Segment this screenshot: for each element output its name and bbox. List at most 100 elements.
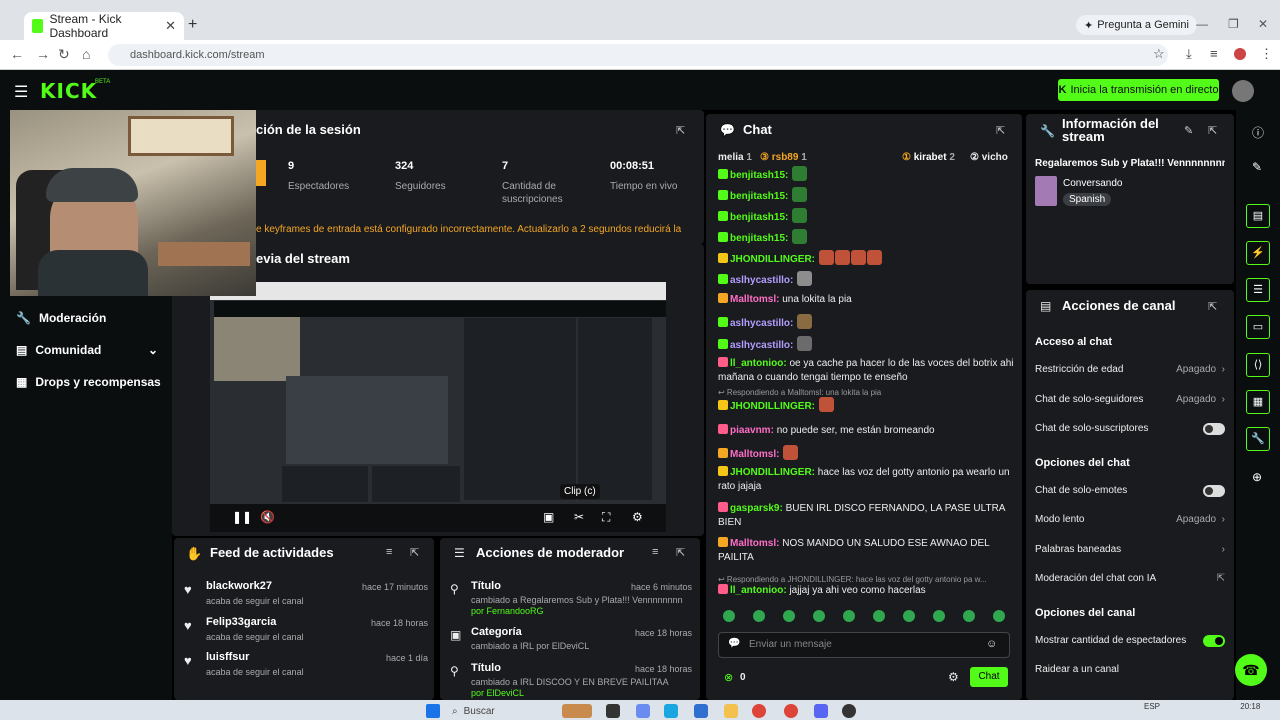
rail-list-button[interactable]: ☰ xyxy=(1246,278,1270,302)
emote-only-option[interactable]: Chat de solo-emotes xyxy=(1035,485,1225,497)
settings-gear-icon[interactable]: ⚙ xyxy=(632,510,643,524)
popout-icon[interactable]: ⇱ xyxy=(1208,300,1217,313)
fullscreen-icon[interactable]: ⛶ xyxy=(602,510,610,525)
gamepad-icon[interactable]: ⊕ xyxy=(1252,470,1262,484)
browser-menu-icon[interactable]: ⋮ xyxy=(1260,46,1273,62)
top-chatter[interactable]: ③ rsb89 1 xyxy=(760,152,807,163)
store-icon[interactable] xyxy=(694,704,708,718)
go-live-button[interactable]: K Inicia la transmisión en directo xyxy=(1058,79,1219,101)
raid-channel-option[interactable]: Raidear a un canal xyxy=(1035,664,1225,675)
feed-user[interactable]: blackwork27 xyxy=(206,580,272,592)
chat-username[interactable]: benjitash15: xyxy=(730,233,791,244)
chat-username[interactable]: benjitash15: xyxy=(730,212,791,223)
url-field[interactable]: dashboard.kick.com/stream xyxy=(108,44,1168,66)
quick-emote-icon[interactable] xyxy=(873,610,885,622)
chat-username[interactable]: JHONDILLINGER: xyxy=(730,254,818,265)
quick-emote-icon[interactable] xyxy=(993,610,1005,622)
rail-activity-button[interactable]: ⚡ xyxy=(1246,241,1270,265)
chat-username[interactable]: benjitash15: xyxy=(730,191,791,202)
taskview-icon[interactable] xyxy=(606,704,620,718)
rail-audio-button[interactable]: ⟨⟩ xyxy=(1246,353,1270,377)
emote-only-toggle[interactable] xyxy=(1203,485,1225,497)
new-tab-button[interactable]: + xyxy=(188,16,197,34)
close-tab-icon[interactable]: ✕ xyxy=(165,18,176,34)
quick-emote-icon[interactable] xyxy=(933,610,945,622)
top-chatter[interactable]: ② vicho xyxy=(970,152,1008,163)
chat-username[interactable]: benjitash15: xyxy=(730,170,791,181)
quick-emote-icon[interactable] xyxy=(843,610,855,622)
back-icon[interactable]: ← xyxy=(10,46,24,62)
top-chatter[interactable]: melia 1 xyxy=(718,152,752,163)
browser-tab[interactable]: Stream - Kick Dashboard ✕ xyxy=(24,12,184,40)
chat-username[interactable]: Malltomsl: xyxy=(730,538,782,549)
emoji-icon[interactable]: ☺ xyxy=(986,638,997,650)
quick-emote-icon[interactable] xyxy=(903,610,915,622)
chat-username[interactable]: Malltomsl: xyxy=(730,449,782,460)
sidebar-item-drops[interactable]: ▦ Drops y recompensas xyxy=(16,375,161,389)
rail-actions-button[interactable]: ▦ xyxy=(1246,390,1270,414)
ai-moderation-option[interactable]: Moderación del chat con IA ⇱ xyxy=(1035,573,1225,584)
quick-emote-icon[interactable] xyxy=(783,610,795,622)
send-chat-button[interactable]: Chat xyxy=(970,667,1008,687)
obs-icon[interactable] xyxy=(842,704,856,718)
quick-emote-icon[interactable] xyxy=(723,610,735,622)
subscribers-only-option[interactable]: Chat de solo-suscriptores xyxy=(1035,423,1225,435)
windows-start-icon[interactable] xyxy=(426,704,440,718)
menu-icon[interactable]: ☰ xyxy=(14,82,28,102)
chrome-icon[interactable] xyxy=(752,704,766,718)
followers-only-option[interactable]: Chat de solo-seguidores Apagado › xyxy=(1035,394,1225,405)
chat-username[interactable]: JHONDILLINGER: xyxy=(730,401,818,412)
feed-user[interactable]: Felip33garcia xyxy=(206,616,276,628)
chat-username[interactable]: JHONDILLINGER: xyxy=(730,467,818,478)
rail-chat-button[interactable]: ▭ xyxy=(1246,315,1270,339)
banned-words-option[interactable]: Palabras baneadas › xyxy=(1035,544,1225,555)
show-viewer-count-option[interactable]: Mostrar cantidad de espectadores xyxy=(1035,635,1225,647)
profile-icon[interactable] xyxy=(1234,48,1246,60)
extensions-icon[interactable]: ≡ xyxy=(1210,46,1218,61)
forward-icon[interactable]: → xyxy=(36,46,50,62)
popout-icon[interactable]: ⇱ xyxy=(1208,124,1217,137)
age-restriction-option[interactable]: Restricción de edad Apagado › xyxy=(1035,364,1225,375)
subscribers-only-toggle[interactable] xyxy=(1203,423,1225,435)
discord-icon[interactable] xyxy=(814,704,828,718)
chat-username[interactable]: piaavnm: xyxy=(730,425,777,436)
chat-username[interactable]: Malltomsl: xyxy=(730,294,782,305)
sidebar-item-community[interactable]: ▤ Comunidad ⌄ xyxy=(16,343,158,357)
copilot-icon[interactable] xyxy=(636,704,650,718)
minimize-icon[interactable]: — xyxy=(1196,17,1208,31)
volume-icon[interactable]: 🔇 xyxy=(260,510,275,524)
taskbar-search[interactable]: ⌕ Buscar xyxy=(452,704,544,718)
kick-logo[interactable]: KICK xyxy=(40,79,97,103)
chat-username[interactable]: aslhycastillo: xyxy=(730,318,796,329)
popout-icon[interactable]: ⇱ xyxy=(676,546,685,559)
feed-user[interactable]: luisffsur xyxy=(206,651,249,663)
quick-emote-icon[interactable] xyxy=(813,610,825,622)
top-chatter[interactable]: ① kirabet 2 xyxy=(902,152,955,163)
popout-icon[interactable]: ⇱ xyxy=(996,124,1005,137)
explorer-icon[interactable] xyxy=(724,704,738,718)
filter-icon[interactable]: ≡ xyxy=(386,546,392,558)
user-avatar[interactable] xyxy=(1232,80,1254,102)
pip-icon[interactable]: ▣ xyxy=(543,510,554,524)
chat-username[interactable]: ll_antonioo: xyxy=(730,585,789,596)
slow-mode-option[interactable]: Modo lento Apagado › xyxy=(1035,514,1225,525)
edit-pencil-icon[interactable]: ✎ xyxy=(1252,160,1262,174)
chat-message-input[interactable]: Enviar un mensaje xyxy=(718,632,1010,658)
popout-icon[interactable]: ⇱ xyxy=(410,546,419,559)
bookmark-star-icon[interactable]: ☆ xyxy=(1153,46,1165,62)
gemini-button[interactable]: ✦ Pregunta a Gemini xyxy=(1076,15,1197,35)
rail-tools-button[interactable]: 🔧 xyxy=(1246,427,1270,451)
edit-pencil-icon[interactable]: ✎ xyxy=(1184,124,1193,137)
help-button[interactable]: ☎ xyxy=(1235,654,1267,686)
info-icon[interactable]: ⓘ xyxy=(1252,124,1264,141)
chat-username[interactable]: ll_antonioo: xyxy=(730,358,789,369)
home-icon[interactable]: ⌂ xyxy=(82,46,90,62)
chat-username[interactable]: aslhycastillo: xyxy=(730,340,796,351)
download-icon[interactable]: ⤓ xyxy=(1186,46,1192,62)
sidebar-item-moderation[interactable]: 🔧 Moderación xyxy=(16,311,106,325)
popout-icon[interactable]: ⇱ xyxy=(676,124,685,137)
pause-icon[interactable]: ❚❚ xyxy=(232,510,252,524)
chat-settings-gear-icon[interactable]: ⚙ xyxy=(948,670,959,684)
clip-icon[interactable]: ✂ xyxy=(574,510,584,524)
maximize-icon[interactable]: ❐ xyxy=(1228,17,1239,31)
